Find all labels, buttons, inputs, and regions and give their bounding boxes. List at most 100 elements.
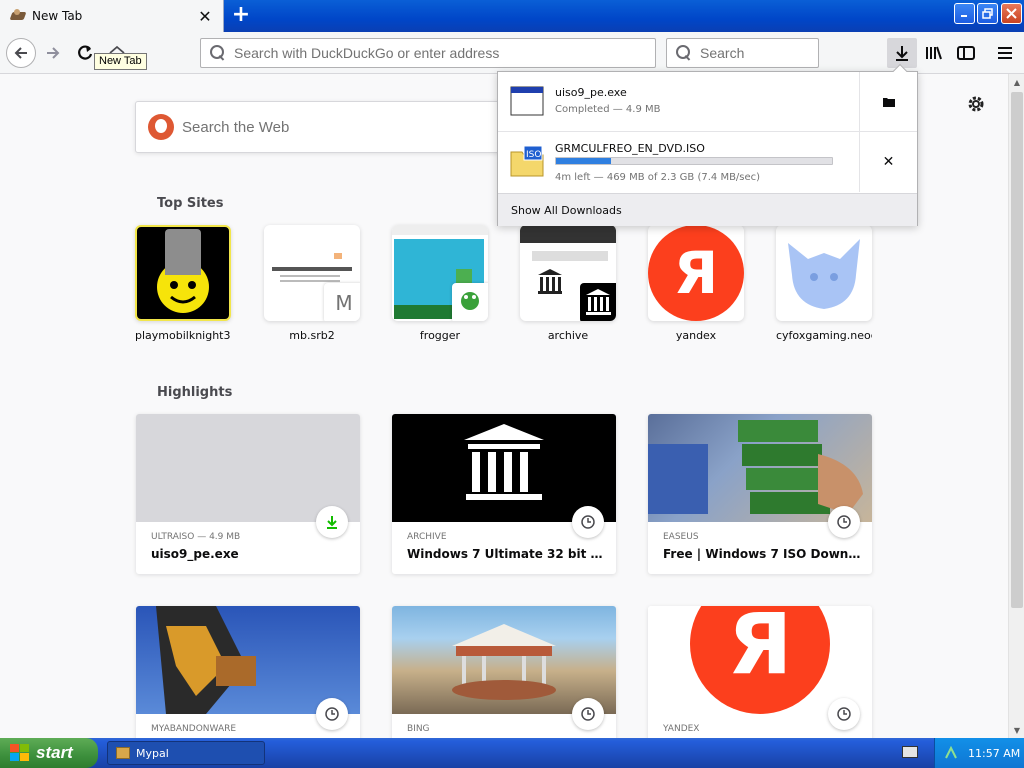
highlight-context: ARCHIVE [407,532,447,542]
download-filename: GRMCULFREO_EN_DVD.ISO [555,142,705,155]
vertical-scrollbar[interactable]: ▲ ▼ [1008,74,1024,738]
system-tray: 11:57 AM [934,738,1024,768]
scrollbar-thumb[interactable] [1011,92,1023,608]
forward-button[interactable] [38,38,68,68]
iso-label: ISO [526,150,541,160]
taskbar: start Mypal 11:57 AM [0,738,1024,768]
taskbar-item-label: Mypal [136,746,169,760]
cancel-download-button[interactable]: ✕ [859,132,917,192]
highlight-card[interactable]: ULTRAISO — 4.9 MB uiso9_pe.exe [136,414,360,574]
highlight-title: uiso9_pe.exe [151,547,239,561]
site-label: frogger [419,329,461,342]
site-label: mb.srb2 [289,329,335,342]
clock-icon [572,698,604,730]
frog-icon [452,283,488,321]
downloads-panel: uiso9_pe.exe Completed — 4.9 MB ISO GRMC… [497,71,918,226]
keyboard-icon[interactable] [902,746,918,758]
downloads-button[interactable] [887,38,917,68]
scroll-up-arrow-icon[interactable]: ▲ [1009,74,1024,90]
download-icon [316,506,348,538]
top-site[interactable]: Я yandex [648,225,744,342]
folder-icon [882,98,895,107]
download-progress-bar [555,157,833,165]
download-item[interactable]: ISO GRMCULFREO_EN_DVD.ISO 4m left — 469 … [498,132,917,192]
clock-icon [828,698,860,730]
tab-new-tab[interactable]: New Tab ✕ [0,0,224,32]
close-window-button[interactable] [1001,3,1022,24]
clock-icon [316,698,348,730]
highlights-title: Highlights [157,385,233,400]
download-arrow-icon [896,46,908,61]
duckduckgo-logo-icon [148,114,174,140]
download-item[interactable]: uiso9_pe.exe Completed — 4.9 MB [498,72,917,132]
top-sites-title: Top Sites [157,196,224,211]
highlight-context: ULTRAISO — 4.9 MB [151,532,241,542]
sidebar-icon [957,46,975,60]
archive-logo-icon [580,283,616,321]
minimize-icon [961,15,967,17]
download-progress-fill [556,158,612,164]
show-all-downloads-button[interactable]: Show All Downloads [498,193,917,226]
highlight-card[interactable]: EASEUS Free | Windows 7 ISO Download ... [648,414,872,574]
tab-bar: New Tab ✕ + [0,0,1024,32]
sidebar-button[interactable] [951,38,981,68]
clock-icon [828,506,860,538]
exe-file-icon [510,84,544,118]
site-thumbnail: Я [648,225,744,321]
site-letter-icon: M [324,283,360,321]
top-site[interactable]: playmobilknight335... [135,225,231,342]
back-button[interactable] [6,38,36,68]
restore-button[interactable] [977,3,998,24]
highlight-card[interactable]: MYABANDONWARE [136,606,360,738]
highlight-card[interactable]: ARCHIVE Windows 7 Ultimate 32 bit ISO (.… [392,414,616,574]
highlight-card[interactable]: BING [392,606,616,738]
search-bar[interactable]: Search [666,38,819,68]
site-label: playmobilknight335... [135,329,231,342]
clock: 11:57 AM [968,746,1021,760]
scroll-down-arrow-icon[interactable]: ▼ [1009,722,1024,738]
address-bar[interactable]: Search with DuckDuckGo or enter address [200,38,656,68]
top-site[interactable]: frogger [392,225,488,342]
download-status: 4m left — 469 MB of 2.3 GB (7.4 MB/sec) [555,172,761,183]
download-filename: uiso9_pe.exe [555,86,627,99]
search-placeholder: Search [700,45,745,61]
tab-favicon-icon [10,8,26,24]
highlight-context: MYABANDONWARE [151,724,237,734]
tab-title: New Tab [32,9,83,23]
menu-button[interactable] [990,38,1020,68]
new-tab-button[interactable]: + [228,4,254,28]
site-thumbnail [520,225,616,321]
fox-icon [788,239,860,309]
yandex-logo-icon: Я [648,225,744,321]
highlight-title: Windows 7 Ultimate 32 bit ISO (... [407,547,605,561]
close-icon [1006,8,1017,19]
taskbar-item-mypal[interactable]: Mypal [107,741,265,765]
top-site[interactable]: archive [520,225,616,342]
download-status: Completed — 4.9 MB [555,104,661,115]
mypal-app-icon [116,747,130,759]
library-icon [926,46,942,60]
search-icon [210,45,226,61]
yandex-logo-icon: Я [690,606,830,714]
minimize-button[interactable] [954,3,975,24]
open-folder-button[interactable] [859,72,917,132]
highlight-card[interactable]: Я YANDEX [648,606,872,738]
start-button[interactable]: start [0,738,98,768]
top-site[interactable]: cyfoxgaming.neoci... [776,225,872,342]
web-search-placeholder: Search the Web [182,118,290,136]
top-site[interactable]: M mb.srb2 [264,225,360,342]
site-thumbnail [135,225,231,321]
back-arrow-icon [14,47,27,59]
library-button[interactable] [919,38,949,68]
gear-icon[interactable] [966,94,986,114]
network-icon[interactable] [944,745,958,760]
highlight-context: EASEUS [663,532,699,542]
site-label: archive [547,329,589,342]
search-icon [676,45,692,61]
site-thumbnail [776,225,872,321]
knight-helmet-icon [157,229,209,313]
tab-close-icon[interactable]: ✕ [193,4,217,28]
windows-logo-icon [10,744,30,762]
highlight-context: YANDEX [663,724,700,734]
forward-arrow-icon [47,47,60,59]
